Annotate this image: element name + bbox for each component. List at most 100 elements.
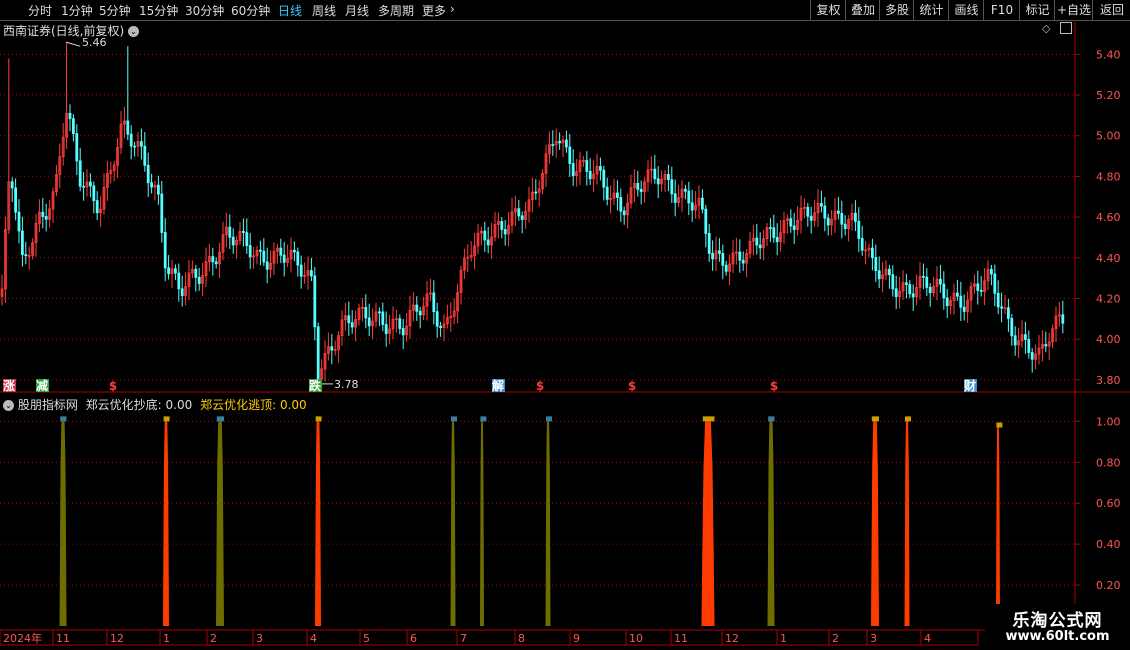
candlestick: [605, 186, 609, 200]
event-mark: 财: [963, 378, 976, 393]
candlestick: [173, 268, 177, 274]
candlestick: [177, 272, 181, 290]
signal-flag-icon: [216, 416, 224, 422]
candlestick: [769, 227, 772, 229]
candlestick: [1027, 339, 1031, 353]
candlestick: [211, 256, 215, 263]
candlestick: [925, 276, 929, 288]
candlestick: [17, 211, 21, 232]
candlestick: [585, 160, 589, 172]
indicator-scale-label: 0.40: [1096, 538, 1121, 551]
price-label: 4.60: [1096, 211, 1121, 224]
buy-signal-bar: [59, 421, 67, 626]
candlestick: [701, 197, 704, 210]
candlestick: [809, 215, 813, 221]
signal-flag-icon: [905, 416, 911, 422]
candlestick: [826, 217, 830, 226]
buy-signal-bar: [545, 421, 551, 626]
candlestick: [292, 249, 296, 253]
candlestick: [500, 221, 504, 230]
sell-signal-label: 郑云优化逃顶:: [200, 398, 277, 412]
sell-signal-bar: [701, 421, 715, 626]
candlestick: [150, 182, 154, 188]
time-label: 1: [780, 632, 787, 645]
candlestick: [435, 311, 439, 327]
candlestick: [20, 230, 24, 255]
candlestick: [772, 227, 776, 238]
candlestick: [758, 244, 762, 249]
stock-title: 西南证券(日线,前复权): [3, 24, 125, 38]
time-label: 3: [870, 632, 877, 645]
signal-flag-icon: [768, 416, 775, 422]
candlestick: [401, 328, 405, 336]
sell-signal-bar: [163, 421, 169, 626]
candlestick: [667, 174, 670, 181]
candlestick: [820, 203, 823, 207]
candlestick: [282, 254, 286, 263]
candlestick: [993, 273, 997, 294]
time-label: 1: [163, 632, 170, 645]
candlestick: [432, 292, 436, 313]
time-label: 2: [832, 632, 839, 645]
chevron-down-icon[interactable]: ⌄: [3, 400, 14, 411]
candlestick: [990, 268, 993, 275]
panel-toggle-icon[interactable]: [1060, 22, 1072, 34]
main-panel-title: 西南证券(日线,前复权) ⌄: [3, 22, 140, 39]
signal-flag-icon: [451, 416, 457, 422]
price-label: 4.80: [1096, 170, 1121, 183]
sell-signal-bar: [904, 421, 910, 626]
candlestick: [262, 250, 266, 263]
buy-signal-bar: [216, 421, 224, 626]
signal-flag-icon: [546, 416, 552, 422]
candlestick: [792, 225, 796, 231]
indicator-scale-label: 0.20: [1096, 579, 1121, 592]
candlestick: [939, 278, 942, 285]
candlestick: [245, 232, 249, 247]
candlestick: [639, 188, 643, 192]
signal-flag-icon: [480, 416, 487, 422]
candlestick: [330, 346, 334, 351]
candlestick: [653, 168, 657, 180]
time-label: 12: [725, 632, 739, 645]
event-mark: $: [109, 379, 117, 393]
candlestick: [129, 133, 133, 147]
candlestick: [565, 139, 568, 148]
candlestick: [894, 288, 898, 298]
candlestick: [1010, 318, 1014, 337]
candlestick: [843, 223, 847, 229]
high-marker-line: [65, 41, 81, 47]
signal-flag-icon: [60, 416, 67, 422]
buy-signal-label: 郑云优化抄底:: [85, 398, 162, 412]
candlestick: [979, 290, 983, 292]
time-label: 5: [363, 632, 370, 645]
candlestick: [24, 254, 28, 257]
price-label: 5.20: [1096, 89, 1121, 102]
price-label: 4.40: [1096, 252, 1121, 265]
candlestick: [248, 245, 252, 258]
candlestick: [602, 169, 606, 188]
candlestick: [72, 118, 75, 135]
candlestick: [89, 181, 92, 187]
event-mark: $: [536, 379, 544, 393]
candlestick: [1007, 307, 1010, 319]
candlestick: [877, 270, 881, 280]
candlestick: [1030, 352, 1034, 360]
candlestick: [78, 160, 82, 187]
candlestick: [571, 163, 575, 177]
candlestick: [704, 208, 708, 234]
event-mark: $: [628, 379, 636, 393]
candlestick: [95, 200, 99, 214]
time-label: 11: [674, 632, 688, 645]
price-label: 3.80: [1096, 374, 1121, 387]
candlestick: [377, 311, 381, 314]
diamond-icon[interactable]: ◇: [1042, 22, 1050, 35]
chevron-down-icon[interactable]: ⌄: [128, 26, 140, 37]
candlestick: [775, 237, 779, 243]
buy-signal-value: 0.00: [165, 398, 193, 412]
candlestick: [738, 251, 742, 261]
candlestick: [908, 284, 912, 295]
candlestick: [228, 226, 232, 238]
candlestick: [299, 264, 303, 277]
candlestick: [439, 325, 443, 328]
candlestick: [673, 193, 677, 203]
